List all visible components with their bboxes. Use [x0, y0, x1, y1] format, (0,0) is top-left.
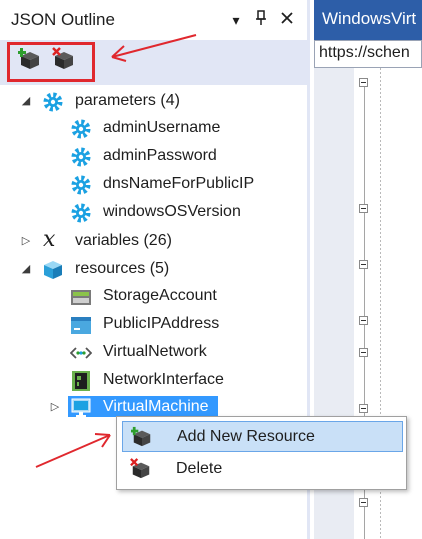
annotation-arrows: [35, 34, 197, 468]
annotation-arrow-menu: [35, 433, 111, 468]
annotation-arrow-toolbar: [111, 34, 197, 62]
